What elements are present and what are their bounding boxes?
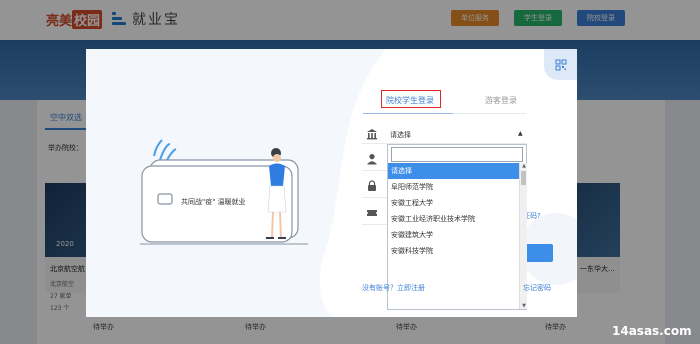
active-tab-underline <box>363 113 453 114</box>
highlight-box <box>381 90 441 108</box>
school-option[interactable]: 请选择 <box>388 163 519 179</box>
forgot-password-link[interactable]: 忘记密码 <box>523 283 551 293</box>
watermark-text: 14asas.com <box>612 324 692 338</box>
school-option[interactable]: 安徽科技学院 <box>388 243 519 259</box>
slogan-text: 共同战"疫" 温暖就业 <box>181 198 246 206</box>
tab-divider <box>453 113 526 114</box>
school-option[interactable]: 安徽工业经济职业技术学院 <box>388 211 519 227</box>
school-option[interactable]: 安徽工程大学 <box>388 195 519 211</box>
tab-guest-login[interactable]: 游客登录 <box>485 95 517 106</box>
school-options-list: 请选择 阜阳师范学院 安徽工程大学 安徽工业经济职业技术学院 安徽建筑大学 安徽… <box>388 163 519 259</box>
ticket-icon <box>367 210 377 216</box>
lock-icon <box>368 180 376 191</box>
scroll-down-icon[interactable]: ▼ <box>520 303 528 309</box>
school-option[interactable]: 阜阳师范学院 <box>388 179 519 195</box>
school-search-input[interactable] <box>391 147 523 162</box>
user-icon <box>367 154 377 165</box>
school-option[interactable]: 安徽建筑大学 <box>388 227 519 243</box>
school-select[interactable]: 请选择 <box>390 130 411 140</box>
login-modal: 共同战"疫" 温暖就业 院校学生登录 游客登录 请选择 ▲ 证码? 请选择 阜阳… <box>86 49 577 317</box>
school-icon <box>367 129 377 140</box>
login-button[interactable] <box>527 244 553 262</box>
qr-icon <box>555 59 566 70</box>
register-link[interactable]: 没有账号？立即注册 <box>362 283 425 293</box>
qr-login-toggle[interactable] <box>544 49 577 80</box>
scrollbar-thumb[interactable] <box>521 171 526 185</box>
login-illustration <box>140 139 308 245</box>
caret-down-icon[interactable]: ▲ <box>518 130 523 137</box>
scroll-up-icon[interactable]: ▲ <box>520 163 528 169</box>
